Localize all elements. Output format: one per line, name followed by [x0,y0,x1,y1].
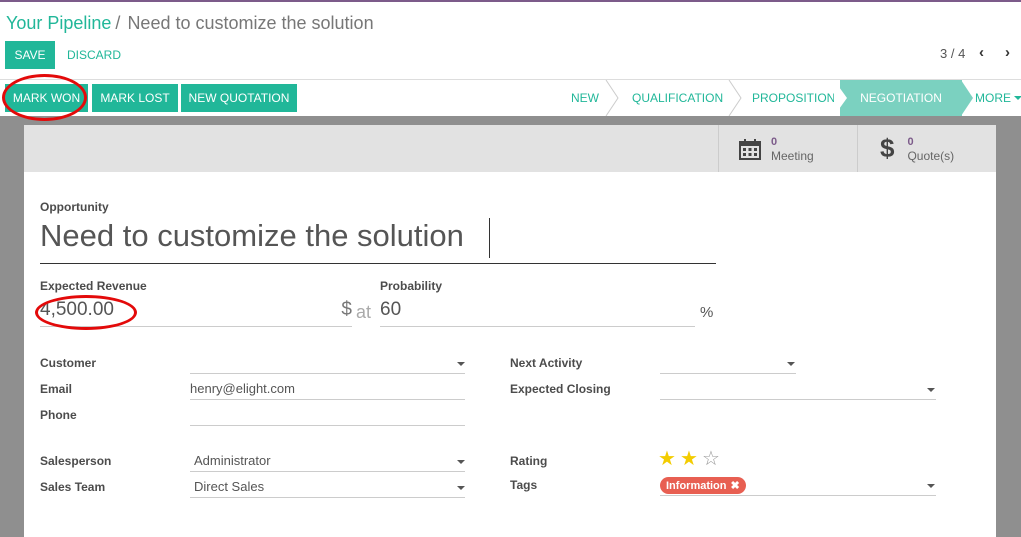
stage-active-left-notch [834,80,847,116]
breadcrumb-current: Need to customize the solution [127,13,374,33]
expected-closing-field[interactable] [660,381,936,400]
quotes-smart-button[interactable]: $ 0 Quote(s) [857,125,996,172]
currency-symbol: $ [341,299,352,320]
star-filled-icon[interactable]: ★ [680,449,698,469]
chevron-down-icon [927,388,935,392]
star-empty-icon[interactable]: ☆ [702,449,720,469]
opportunity-label: Opportunity [40,200,109,214]
meeting-smart-button[interactable]: 0 Meeting [718,125,858,172]
probability-input[interactable]: 60 [380,299,695,327]
phone-label: Phone [40,408,77,422]
breadcrumb-pipeline-link[interactable]: Your Pipeline [6,13,111,33]
dollar-icon: $ [880,133,895,163]
email-label: Email [40,382,73,396]
chevron-down-icon [457,486,465,490]
text-cursor [489,218,490,258]
percent-symbol: % [700,304,714,321]
quotes-label: Quote(s) [907,148,955,163]
tag-label: Information [666,479,727,492]
pager-value: 3 / 4 [940,46,966,61]
breadcrumb-separator: / [115,13,121,33]
chevron-down-icon [927,484,935,488]
stage-separator-icon [605,80,619,116]
next-activity-label: Next Activity [510,356,583,370]
stage-proposition[interactable]: PROPOSITION [752,80,835,116]
sales-team-label: Sales Team [40,480,106,494]
stage-more-dropdown[interactable]: MORE [975,80,1021,116]
expected-revenue-label: Expected Revenue [40,279,147,293]
customer-label: Customer [40,356,97,370]
mark-lost-button[interactable]: MARK LOST [92,84,178,112]
new-quotation-button[interactable]: NEW QUOTATION [181,84,297,112]
pager-next-icon[interactable]: › [1005,44,1010,61]
save-button[interactable]: SAVE [5,41,55,69]
stage-new[interactable]: NEW [571,80,599,116]
chevron-down-icon [787,362,795,366]
stage-separator-icon [728,80,742,116]
salesperson-select[interactable]: Administrator [190,453,465,472]
star-filled-icon[interactable]: ★ [658,449,676,469]
customer-select[interactable] [190,355,465,374]
calendar-icon [739,138,761,160]
rating-label: Rating [510,454,548,468]
annotation-ellipse [35,295,137,330]
at-text: at [356,302,372,322]
stage-active-arrow [961,80,973,116]
meeting-count: 0 [771,135,778,148]
chevron-down-icon [457,362,465,366]
pager-previous-icon[interactable]: ‹ [979,44,984,61]
next-activity-select[interactable] [660,355,796,374]
opportunity-name-input[interactable]: Need to customize the solution [40,218,716,264]
discard-button[interactable]: DISCARD [62,41,126,69]
stage-negotiation[interactable]: NEGOTIATION [840,80,962,116]
tags-label: Tags [510,478,538,492]
chevron-down-icon [1014,96,1021,100]
phone-field[interactable] [190,406,465,426]
meeting-label: Meeting [771,148,814,163]
chevron-down-icon [457,460,465,464]
quotes-count: 0 [907,135,914,148]
annotation-ellipse [2,74,87,121]
expected-closing-label: Expected Closing [510,382,611,396]
stage-more-label: MORE [975,91,1011,105]
probability-label: Probability [380,279,443,293]
tag-badge: Information ✖ [660,477,746,494]
close-icon[interactable]: ✖ [731,479,740,492]
form-sheet [24,125,996,537]
sales-team-select[interactable]: Direct Sales [190,479,465,498]
breadcrumb: Your Pipeline / Need to customize the solu… [6,13,374,34]
email-field[interactable]: henry@elight.com [190,381,465,400]
top-accent-line [0,0,1021,2]
stage-qualification[interactable]: QUALIFICATION [632,80,723,116]
salesperson-label: Salesperson [40,454,112,468]
